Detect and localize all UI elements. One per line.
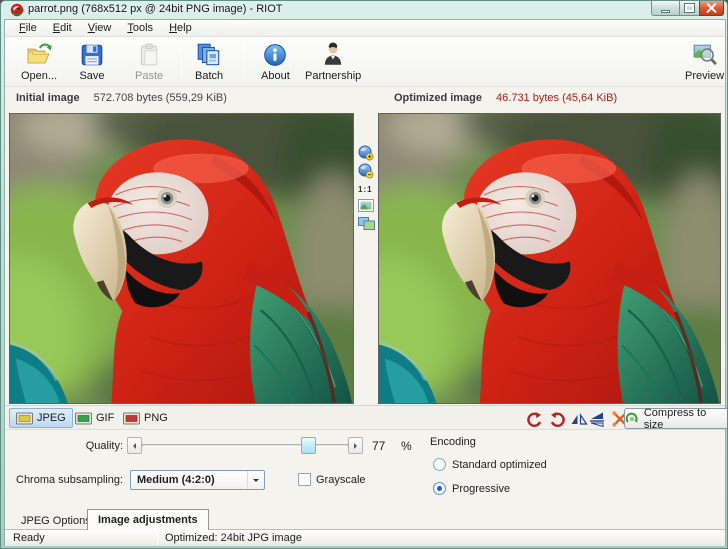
open-button[interactable]: Open... xyxy=(17,40,61,84)
quality-slider-thumb[interactable] xyxy=(301,437,316,454)
initial-image-size: 572.708 bytes (559,29 KiB) xyxy=(94,92,227,104)
save-button[interactable]: Save xyxy=(75,40,109,84)
floppy-icon xyxy=(79,42,105,68)
flip-horizontal-icon[interactable] xyxy=(570,410,588,428)
file-stack-icon xyxy=(195,42,223,68)
tab-gif[interactable]: GIF xyxy=(69,408,120,428)
flip-vertical-icon[interactable] xyxy=(588,410,606,428)
clipboard-icon xyxy=(136,42,162,68)
dual-view-icon[interactable] xyxy=(358,217,375,230)
zoom-in-icon[interactable] xyxy=(358,145,374,161)
encoding-progressive-radio[interactable] xyxy=(433,482,446,495)
menu-tools[interactable]: Tools xyxy=(119,20,161,36)
app-icon xyxy=(10,3,24,17)
preview-button[interactable]: Preview xyxy=(681,40,728,84)
zoom-out-icon[interactable] xyxy=(358,163,374,179)
folder-open-icon xyxy=(25,42,53,68)
chroma-label: Chroma subsampling: xyxy=(5,474,123,486)
tab-image-adjustments[interactable]: Image adjustments xyxy=(87,509,209,530)
png-icon xyxy=(123,412,140,425)
rotate-left-icon[interactable] xyxy=(526,410,544,428)
riot-window: parrot.png (768x512 px @ 24bit PNG image… xyxy=(0,0,728,549)
status-separator xyxy=(157,531,158,545)
format-bar: JPEG GIF PNG xyxy=(5,405,725,430)
person-icon xyxy=(320,42,346,68)
actual-size-button[interactable]: 1:1 xyxy=(358,185,373,194)
encoding-standard-radio[interactable] xyxy=(433,458,446,471)
chroma-dropdown-arrow[interactable] xyxy=(247,471,264,489)
partnership-button[interactable]: Partnership xyxy=(301,40,365,84)
quality-label: Quality: xyxy=(65,440,123,452)
optimized-image-caption: Optimized image 46.731 bytes (45,64 KiB) xyxy=(394,92,617,104)
optimized-image-label: Optimized image xyxy=(394,92,482,104)
titlebar: parrot.png (768x512 px @ 24bit PNG image… xyxy=(1,1,727,19)
paste-button[interactable]: Paste xyxy=(131,40,167,84)
encoding-group-title: Encoding xyxy=(430,436,476,448)
close-button[interactable] xyxy=(699,1,724,16)
tab-jpeg[interactable]: JPEG xyxy=(9,408,73,428)
about-button[interactable]: About xyxy=(257,40,294,84)
compress-icon xyxy=(625,412,639,426)
quality-slider-increase[interactable] xyxy=(348,437,363,454)
jpeg-options-panel: Quality: 77 % Chroma subsampling: Medium… xyxy=(5,431,725,508)
optimized-parrot-image xyxy=(379,114,720,403)
compress-to-size-button[interactable]: Compress to size xyxy=(624,408,728,429)
status-state: Ready xyxy=(13,532,45,544)
jpeg-icon xyxy=(16,412,33,425)
info-icon xyxy=(262,42,288,68)
tab-png[interactable]: PNG xyxy=(117,408,174,428)
quality-unit: % xyxy=(401,439,412,453)
grayscale-checkbox[interactable] xyxy=(298,473,311,486)
menu-edit[interactable]: Edit xyxy=(45,20,80,36)
menu-file[interactable]: File xyxy=(11,20,45,36)
preview-icon xyxy=(692,42,718,68)
main-toolbar: Open... Save Paste xyxy=(5,37,725,87)
quality-slider-track[interactable] xyxy=(142,444,348,447)
quality-value: 77 xyxy=(372,439,385,453)
minimize-button[interactable] xyxy=(651,1,680,16)
optimized-image-view[interactable] xyxy=(378,113,721,404)
encoding-progressive-label: Progressive xyxy=(452,483,510,495)
toolbar-separator xyxy=(243,42,244,80)
menu-help[interactable]: Help xyxy=(161,20,200,36)
initial-image-label: Initial image xyxy=(16,92,80,104)
optimized-image-size: 46.731 bytes (45,64 KiB) xyxy=(496,92,617,104)
toolbar-separator xyxy=(181,42,182,80)
gif-icon xyxy=(75,412,92,425)
fit-image-icon[interactable] xyxy=(358,199,374,212)
initial-parrot-image xyxy=(10,114,353,403)
options-tab-bar: JPEG Options Image adjustments xyxy=(5,508,725,530)
chroma-subsampling-select[interactable]: Medium (4:2:0) xyxy=(130,470,265,490)
status-bar: Ready Optimized: 24bit JPG image xyxy=(5,530,725,546)
menu-view[interactable]: View xyxy=(80,20,120,36)
initial-image-caption: Initial image 572.708 bytes (559,29 KiB) xyxy=(16,92,227,104)
window-title: parrot.png (768x512 px @ 24bit PNG image… xyxy=(28,3,283,15)
maximize-button[interactable] xyxy=(679,1,700,16)
rotate-right-icon[interactable] xyxy=(548,410,566,428)
menu-bar: File Edit View Tools Help xyxy=(5,20,725,37)
batch-button[interactable]: Batch xyxy=(191,40,227,84)
status-info: Optimized: 24bit JPG image xyxy=(165,532,302,544)
encoding-standard-label: Standard optimized xyxy=(452,459,547,471)
initial-image-view[interactable] xyxy=(9,113,354,404)
grayscale-label: Grayscale xyxy=(316,474,366,486)
format-bar-separator xyxy=(606,411,607,426)
quality-slider-decrease[interactable] xyxy=(127,437,142,454)
